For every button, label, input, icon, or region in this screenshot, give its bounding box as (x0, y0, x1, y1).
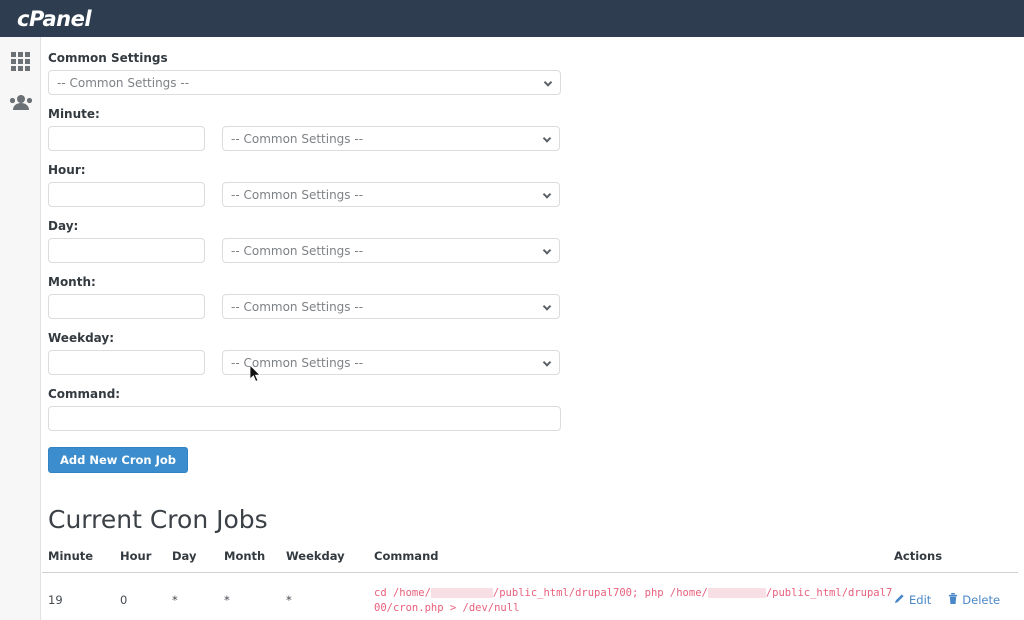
redacted-username (431, 588, 493, 598)
chevron-down-icon (543, 134, 551, 142)
sidebar (0, 37, 41, 620)
chevron-down-icon (543, 358, 551, 366)
day-input[interactable] (48, 238, 205, 263)
month-input[interactable] (48, 294, 205, 319)
edit-cron-job-link[interactable]: Edit (894, 593, 931, 607)
redacted-username (708, 588, 766, 598)
day-select[interactable]: -- Common Settings -- (222, 238, 560, 263)
hour-select-value: -- Common Settings -- (231, 188, 363, 202)
column-header-weekday: Weekday (286, 549, 374, 573)
table-row: 19 0 * * * cd /home/ /public_html/drupal7… (42, 573, 1018, 620)
top-bar: cPanel (0, 0, 1024, 37)
cell-month: * (224, 573, 286, 620)
common-settings-select[interactable]: -- Common Settings -- (48, 70, 561, 95)
column-header-month: Month (224, 549, 286, 573)
current-cron-jobs-title: Current Cron Jobs (48, 505, 1024, 534)
column-header-command: Command (374, 549, 894, 573)
weekday-select[interactable]: -- Common Settings -- (222, 350, 560, 375)
column-header-minute: Minute (42, 549, 120, 573)
weekday-input[interactable] (48, 350, 205, 375)
month-select[interactable]: -- Common Settings -- (222, 294, 560, 319)
sidebar-item-apps[interactable] (0, 40, 41, 83)
cell-actions: Edit Delete (894, 573, 1018, 620)
users-icon (9, 94, 33, 115)
grid-apps-icon (11, 52, 30, 71)
cpanel-logo[interactable]: cPanel (17, 7, 91, 31)
minute-select-value: -- Common Settings -- (231, 132, 363, 146)
cell-weekday: * (286, 573, 374, 620)
day-label: Day: (48, 219, 1024, 233)
pencil-icon (894, 593, 905, 607)
hour-label: Hour: (48, 163, 1024, 177)
common-settings-select-value: -- Common Settings -- (57, 76, 189, 90)
edit-label: Edit (909, 593, 931, 607)
hour-input[interactable] (48, 182, 205, 207)
minute-select[interactable]: -- Common Settings -- (222, 126, 560, 151)
command-label: Command: (48, 387, 1024, 401)
cell-minute: 19 (42, 573, 120, 620)
cell-day: * (172, 573, 224, 620)
cell-command: cd /home/ /public_html/drupal700; php /ho… (374, 573, 894, 620)
column-header-day: Day (172, 549, 224, 573)
chevron-down-icon (543, 302, 551, 310)
delete-label: Delete (962, 593, 1000, 607)
column-header-actions: Actions (894, 549, 1018, 573)
command-part-mid: /public_html/drupal700; php /home/ (493, 587, 708, 599)
command-input[interactable] (48, 406, 561, 431)
chevron-down-icon (543, 246, 551, 254)
chevron-down-icon (544, 78, 552, 86)
weekday-label: Weekday: (48, 331, 1024, 345)
cron-jobs-table: Minute Hour Day Month Weekday Command Ac… (42, 549, 1018, 620)
sidebar-item-user-manager[interactable] (0, 83, 41, 126)
delete-cron-job-link[interactable]: Delete (948, 593, 1000, 607)
column-header-hour: Hour (120, 549, 172, 573)
weekday-select-value: -- Common Settings -- (231, 356, 363, 370)
common-settings-label: Common Settings (48, 51, 1024, 65)
trash-icon (948, 593, 958, 607)
chevron-down-icon (543, 190, 551, 198)
add-new-cron-job-button[interactable]: Add New Cron Job (48, 447, 188, 473)
day-select-value: -- Common Settings -- (231, 244, 363, 258)
hour-select[interactable]: -- Common Settings -- (222, 182, 560, 207)
main-content: Common Settings -- Common Settings -- Mi… (42, 37, 1024, 620)
month-label: Month: (48, 275, 1024, 289)
month-select-value: -- Common Settings -- (231, 300, 363, 314)
table-header-row: Minute Hour Day Month Weekday Command Ac… (42, 549, 1018, 573)
minute-input[interactable] (48, 126, 205, 151)
cron-form: Common Settings -- Common Settings -- Mi… (42, 37, 1024, 473)
cell-hour: 0 (120, 573, 172, 620)
minute-label: Minute: (48, 107, 1024, 121)
command-part-prefix: cd /home/ (374, 587, 431, 599)
